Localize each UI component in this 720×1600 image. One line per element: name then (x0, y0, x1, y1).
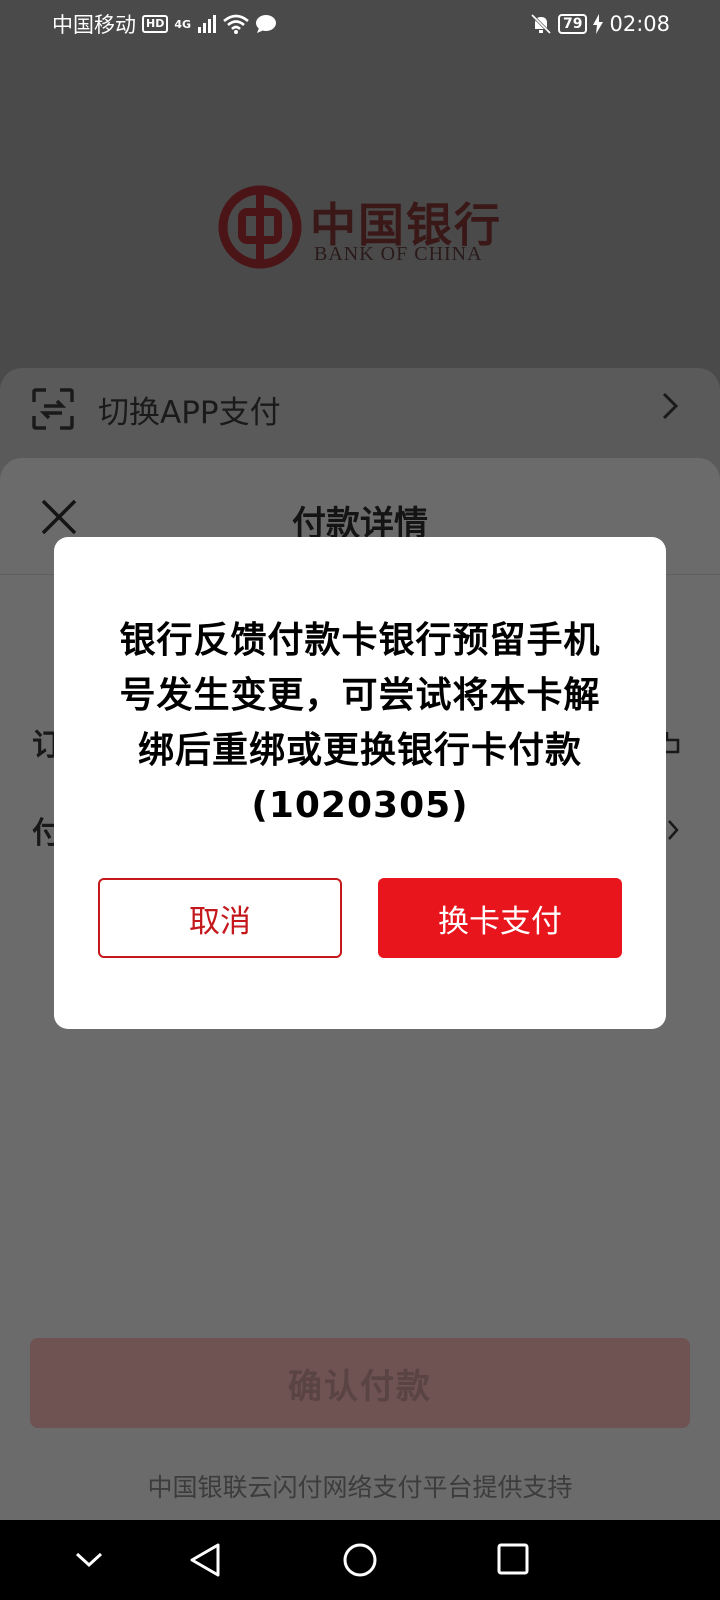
recent-apps-icon[interactable] (496, 1542, 530, 1576)
switch-app-icon (32, 388, 74, 430)
switch-app-label: 切换APP支付 (98, 394, 281, 431)
switch-card-pay-button[interactable]: 换卡支付 (378, 878, 622, 958)
collapse-down-icon[interactable] (74, 1550, 104, 1570)
cancel-button[interactable]: 取消 (98, 878, 342, 958)
status-left: 中国移动 HD 4G (52, 10, 277, 38)
error-dialog: 银行反馈付款卡银行预留手机号发生变更，可尝试将本卡解绑后重绑或更换银行卡付款(1… (54, 537, 666, 1029)
charging-icon (593, 14, 604, 34)
hd-badge: HD (142, 15, 169, 33)
unionpay-support-text: 中国银联云闪付网络支付平台提供支持 (147, 1473, 573, 1502)
chevron-right-icon (662, 392, 679, 420)
confirm-payment-button[interactable]: 确认付款 (30, 1338, 690, 1428)
signal-icon (198, 15, 217, 33)
network-type: 4G (174, 17, 192, 31)
bank-logo: 中国银行 BANK OF CHINA (218, 185, 500, 269)
clock-time: 02:08 (609, 12, 670, 36)
payment-method-chevron-icon (668, 820, 679, 840)
switch-app-payment-row[interactable]: 切换APP支付 (30, 386, 281, 432)
status-right: 79 02:08 (530, 10, 670, 38)
carrier-name: 中国移动 (52, 13, 136, 37)
wifi-icon (223, 14, 249, 34)
home-icon[interactable] (342, 1542, 378, 1578)
back-icon[interactable] (188, 1542, 222, 1578)
battery-level: 79 (557, 14, 588, 34)
bank-of-china-emblem-icon (218, 185, 302, 269)
mute-bell-icon (530, 13, 552, 35)
message-icon (256, 15, 277, 33)
system-navigation-bar (0, 1520, 720, 1600)
logo-english-text: BANK OF CHINA (314, 243, 483, 265)
dialog-message: 银行反馈付款卡银行预留手机号发生变更，可尝试将本卡解绑后重绑或更换银行卡付款(1… (119, 620, 601, 826)
status-bar: 中国移动 HD 4G 79 02:08 (0, 0, 720, 48)
